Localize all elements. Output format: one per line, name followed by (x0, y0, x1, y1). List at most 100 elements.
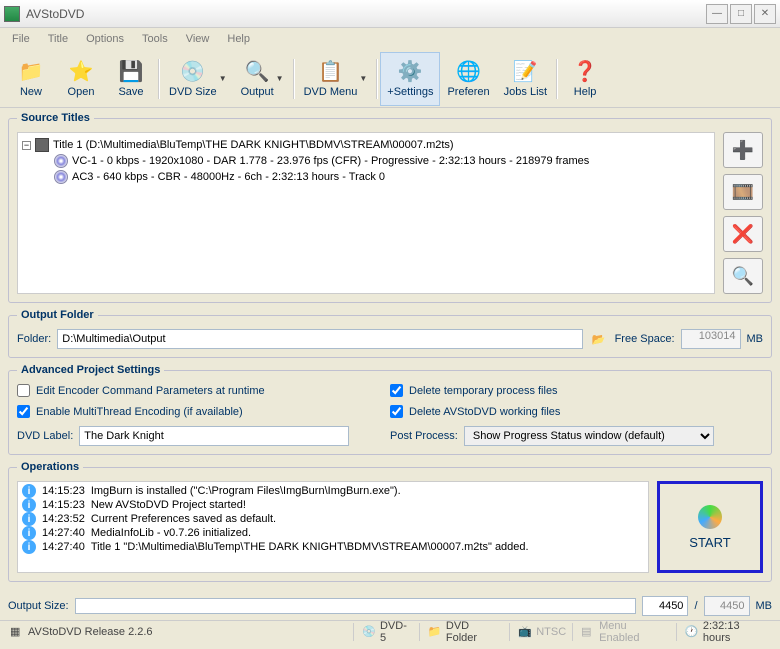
toolbar-separator (158, 59, 160, 99)
del-temp-row[interactable]: Delete temporary process files (390, 384, 763, 397)
tree-root-item[interactable]: − Title 1 (D:\Multimedia\BluTemp\THE DAR… (22, 137, 710, 153)
source-titles-legend: Source Titles (17, 112, 94, 124)
output-size-row: Output Size: / MB (0, 592, 780, 620)
menu-file[interactable]: File (4, 31, 38, 47)
start-label: START (689, 535, 730, 550)
status-ntsc: 📺NTSC (512, 623, 573, 641)
help-button[interactable]: ❓Help (560, 52, 610, 106)
toolbar-separator (293, 59, 295, 99)
new-button[interactable]: 📁New (6, 52, 56, 106)
source-tree[interactable]: − Title 1 (D:\Multimedia\BluTemp\THE DAR… (17, 132, 715, 294)
plus-icon: ➕ (732, 140, 754, 161)
close-button[interactable]: ✕ (754, 4, 776, 24)
jobslist-label: Jobs List (504, 86, 547, 98)
settings-label: +Settings (387, 86, 433, 98)
help-icon: ❓ (573, 60, 597, 84)
gear-film-icon: 🎞️ (732, 182, 754, 203)
toolbar-separator (556, 59, 558, 99)
log-msg: New AVStoDVD Project started! (91, 499, 246, 511)
toolbar: 📁New ⭐Open 💾Save 💿DVD Size▼ 🔍Output▼ 📋DV… (0, 50, 780, 108)
preferen-label: Preferen (447, 86, 489, 98)
menu-view[interactable]: View (178, 31, 218, 47)
add-title-button[interactable]: ➕ (723, 132, 763, 168)
mb-label: MB (747, 333, 764, 345)
status-duration: 🕐2:32:13 hours (679, 623, 776, 641)
del-temp-label: Delete temporary process files (409, 385, 558, 397)
menu-title[interactable]: Title (40, 31, 76, 47)
output-size-input[interactable] (642, 596, 688, 616)
preview-title-button[interactable]: 🔍 (723, 258, 763, 294)
dvdmenu-button[interactable]: 📋DVD Menu▼ (297, 52, 375, 106)
operations-legend: Operations (17, 461, 83, 473)
open-label: Open (68, 86, 95, 98)
x-icon: ❌ (732, 224, 754, 245)
output-size-max (704, 596, 750, 616)
tv-icon: 📺 (518, 625, 532, 639)
log-msg: Current Preferences saved as default. (91, 513, 276, 525)
output-size-label: Output Size: (8, 600, 69, 612)
magnify-disc-icon: 🔍 (245, 60, 269, 84)
output-button[interactable]: 🔍Output▼ (234, 52, 291, 106)
dvd-label-input[interactable] (79, 426, 349, 446)
edit-cmd-checkbox[interactable] (17, 384, 30, 397)
gear-icon: ⚙️ (398, 60, 422, 84)
chevron-down-icon: ▼ (359, 74, 367, 83)
freespace-label: Free Space: (615, 333, 675, 345)
menu-options[interactable]: Options (78, 31, 132, 47)
postprocess-select[interactable]: Show Progress Status window (default) (464, 426, 714, 446)
clipboard-icon: 📋 (318, 60, 342, 84)
multithread-checkbox[interactable] (17, 405, 30, 418)
operations-log[interactable]: i14:15:23ImgBurn is installed ("C:\Progr… (17, 481, 649, 573)
tree-child-video[interactable]: VC-1 - 0 kbps - 1920x1080 - DAR 1.778 - … (22, 153, 710, 169)
tree-child-audio[interactable]: AC3 - 640 kbps - CBR - 48000Hz - 6ch - 2… (22, 169, 710, 185)
jobslist-button[interactable]: 📝Jobs List (497, 52, 554, 106)
output-label: Output (241, 86, 274, 98)
disk-icon: 💾 (119, 60, 143, 84)
multithread-row[interactable]: Enable MultiThread Encoding (if availabl… (17, 405, 390, 418)
log-line: i14:27:40MediaInfoLib - v0.7.26 initiali… (20, 526, 646, 540)
preferences-button[interactable]: 🌐Preferen (440, 52, 496, 106)
chevron-down-icon: ▼ (219, 74, 227, 83)
edit-cmd-row[interactable]: Edit Encoder Command Parameters at runti… (17, 384, 390, 397)
open-button[interactable]: ⭐Open (56, 52, 106, 106)
tree-child-label: AC3 - 640 kbps - CBR - 48000Hz - 6ch - 2… (72, 171, 385, 183)
info-icon: i (22, 526, 36, 540)
browse-folder-button[interactable]: 📂 (589, 329, 609, 349)
remove-title-button[interactable]: ❌ (723, 216, 763, 252)
disc-icon: 💿 (181, 60, 205, 84)
tree-child-label: VC-1 - 0 kbps - 1920x1080 - DAR 1.778 - … (72, 155, 589, 167)
log-msg: ImgBurn is installed ("C:\Program Files\… (91, 485, 401, 497)
freespace-value: 103014 (681, 329, 741, 349)
settings-button[interactable]: ⚙️ +Settings (380, 52, 440, 106)
del-work-checkbox[interactable] (390, 405, 403, 418)
app-icon (4, 6, 20, 22)
edit-cmd-label: Edit Encoder Command Parameters at runti… (36, 385, 265, 397)
output-folder-input[interactable] (57, 329, 582, 349)
clock-icon: 🕐 (685, 625, 699, 639)
window-controls: — □ ✕ (706, 4, 776, 24)
info-icon: i (22, 540, 36, 554)
menu-help[interactable]: Help (219, 31, 258, 47)
save-button[interactable]: 💾Save (106, 52, 156, 106)
search-icon: 🔍 (732, 266, 754, 287)
output-size-bar[interactable] (75, 598, 637, 614)
minimize-button[interactable]: — (706, 4, 728, 24)
start-button[interactable]: START (657, 481, 763, 573)
log-line: i14:15:23New AVStoDVD Project started! (20, 498, 646, 512)
toolbar-separator (376, 59, 378, 99)
dvdsize-label: DVD Size (169, 86, 217, 98)
output-folder-legend: Output Folder (17, 309, 98, 321)
folder-icon: 📁 (428, 625, 442, 639)
log-msg: MediaInfoLib - v0.7.26 initialized. (91, 527, 251, 539)
del-temp-checkbox[interactable] (390, 384, 403, 397)
dvdsize-button[interactable]: 💿 DVD Size▼ (162, 52, 234, 106)
tree-collapse-icon[interactable]: − (22, 141, 31, 150)
del-work-row[interactable]: Delete AVStoDVD working files (390, 405, 763, 418)
menu-tools[interactable]: Tools (134, 31, 176, 47)
disc-icon (54, 170, 68, 184)
disc-icon: 💿 (362, 625, 376, 639)
output-folder-group: Output Folder Folder: 📂 Free Space: 1030… (8, 309, 772, 358)
maximize-button[interactable]: □ (730, 4, 752, 24)
log-line: i14:27:40Title 1 "D:\Multimedia\BluTemp\… (20, 540, 646, 554)
edit-title-button[interactable]: 🎞️ (723, 174, 763, 210)
